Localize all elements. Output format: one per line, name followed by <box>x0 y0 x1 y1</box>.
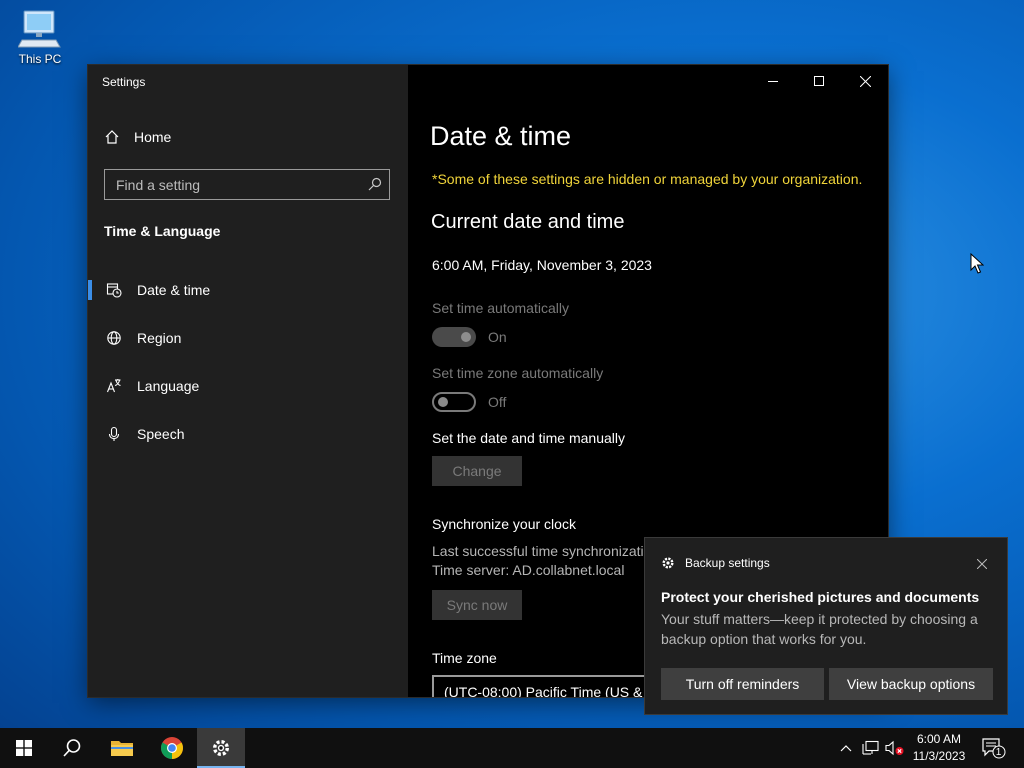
search-icon <box>63 739 81 757</box>
this-pc-desktop-icon[interactable]: This PC <box>12 8 68 66</box>
sidebar-item-region[interactable]: Region <box>88 318 408 358</box>
time-zone-label: Time zone <box>432 650 497 666</box>
change-button[interactable]: Change <box>432 456 522 486</box>
turn-off-reminders-button[interactable]: Turn off reminders <box>661 668 824 700</box>
home-link[interactable]: Home <box>104 129 171 145</box>
minimize-button[interactable] <box>750 65 796 97</box>
sidebar-item-label: Speech <box>137 426 185 442</box>
clock-time: 6:00 AM <box>916 732 962 746</box>
set-time-auto-toggle[interactable] <box>432 327 476 347</box>
taskbar-search-button[interactable] <box>48 728 96 768</box>
volume-button[interactable] <box>884 728 906 768</box>
set-tz-auto-row: Off <box>432 392 506 412</box>
sidebar-item-date-time[interactable]: Date & time <box>88 270 408 310</box>
chevron-up-icon <box>840 745 852 752</box>
file-explorer-button[interactable] <box>98 728 146 768</box>
network-icon <box>862 740 879 755</box>
notification-count: 1 <box>995 747 1002 758</box>
window-title: Settings <box>102 75 146 89</box>
sidebar-item-label: Region <box>137 330 182 346</box>
action-center-button[interactable]: 1 <box>980 728 1008 768</box>
chrome-icon <box>161 737 183 759</box>
toggle-state: On <box>488 329 507 345</box>
toast-close-button[interactable] <box>976 556 988 574</box>
settings-taskbar-button[interactable] <box>197 728 245 768</box>
taskbar-clock[interactable]: 6:00 AM 11/3/2023 <box>908 731 970 765</box>
close-icon <box>976 558 988 570</box>
sidebar: Settings Home Time & Language Date & tim… <box>88 65 408 697</box>
search-box <box>104 169 390 200</box>
toggle-state: Off <box>488 394 507 410</box>
sync-now-button[interactable]: Sync now <box>432 590 522 620</box>
manual-date-label: Set the date and time manually <box>432 430 626 446</box>
sidebar-item-language[interactable]: Language <box>88 366 408 406</box>
clock-date: 11/3/2023 <box>912 749 966 763</box>
minimize-icon <box>768 81 778 82</box>
search-input[interactable] <box>105 170 366 199</box>
set-time-auto-row: On <box>432 327 507 347</box>
taskbar: 6:00 AM 11/3/2023 1 <box>0 728 1024 768</box>
chrome-button[interactable] <box>148 728 196 768</box>
toast-body: Your stuff matters—keep it protected by … <box>661 611 978 647</box>
last-sync-text: Last successful time synchronization <box>432 543 660 559</box>
volume-muted-icon <box>885 740 904 756</box>
home-icon <box>105 130 119 144</box>
page-title: Date & time <box>430 121 572 151</box>
toast-header: Backup settings <box>661 556 770 570</box>
org-warning: *Some of these settings are hidden or ma… <box>432 171 863 187</box>
network-button[interactable] <box>860 728 882 768</box>
view-backup-options-button[interactable]: View backup options <box>829 668 993 700</box>
time-server-text: Time server: AD.collabnet.local <box>432 562 625 578</box>
toast-title: Protect your cherished pictures and docu… <box>661 589 980 605</box>
home-label: Home <box>134 129 172 145</box>
folder-icon <box>111 741 133 756</box>
start-button[interactable] <box>0 728 48 768</box>
gear-icon <box>212 739 230 757</box>
maximize-icon <box>814 76 824 86</box>
microphone-icon <box>108 426 119 441</box>
gear-icon <box>662 557 674 569</box>
close-icon <box>859 75 871 87</box>
sidebar-item-speech[interactable]: Speech <box>88 414 408 454</box>
section-label: Time & Language <box>104 223 221 239</box>
mouse-cursor-icon <box>970 253 984 274</box>
set-tz-auto-label: Set time zone automatically <box>432 365 604 381</box>
maximize-button[interactable] <box>796 65 842 97</box>
show-hidden-icons-button[interactable] <box>836 728 856 768</box>
current-date-value: 6:00 AM, Friday, November 3, 2023 <box>432 257 652 273</box>
sync-heading: Synchronize your clock <box>432 516 576 532</box>
current-date-heading: Current date and time <box>431 211 625 233</box>
language-icon <box>106 379 121 393</box>
computer-icon <box>18 10 61 48</box>
backup-toast: Backup settings Protect your cherished p… <box>644 537 1008 715</box>
toast-app-name: Backup settings <box>685 556 770 570</box>
windows-logo-icon <box>16 740 32 756</box>
search-icon[interactable] <box>368 177 382 191</box>
globe-icon <box>106 331 121 345</box>
this-pc-label: This PC <box>18 52 62 66</box>
set-tz-auto-toggle[interactable] <box>432 392 476 412</box>
date-time-icon <box>106 283 122 298</box>
sidebar-item-label: Date & time <box>137 282 211 298</box>
set-time-auto-label: Set time automatically <box>432 300 569 316</box>
close-button[interactable] <box>842 65 888 97</box>
sidebar-item-label: Language <box>137 378 200 394</box>
